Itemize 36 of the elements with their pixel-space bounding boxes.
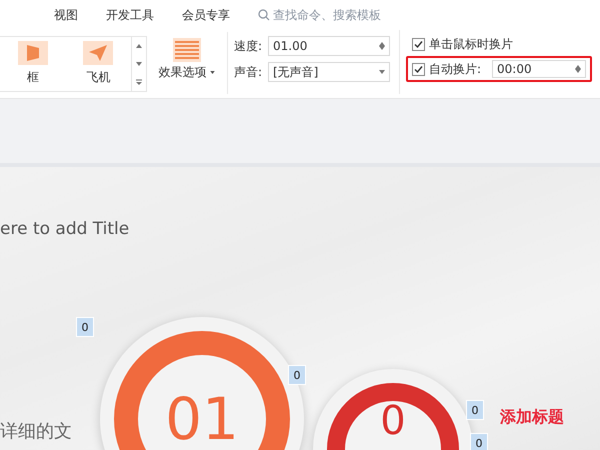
- number-tag: 0: [288, 365, 306, 385]
- effect-options-button[interactable]: 效果选项: [158, 64, 216, 81]
- paper-plane-icon: [83, 41, 114, 65]
- checkbox[interactable]: [412, 62, 425, 76]
- spin-down-icon: [379, 46, 385, 50]
- menu-tab[interactable]: 视图: [54, 6, 78, 24]
- effect-options-icon: [173, 38, 201, 62]
- menu-tab[interactable]: 会员专享: [182, 6, 230, 24]
- checkbox-label: 自动换片:: [429, 60, 482, 78]
- number-tag: 0: [76, 317, 94, 337]
- checkbox[interactable]: [412, 38, 425, 51]
- caret-icon: [379, 70, 385, 74]
- caret-icon: [210, 71, 216, 74]
- menu-tab[interactable]: 开发工具: [106, 6, 154, 24]
- speed-label: 速度:: [234, 38, 264, 54]
- checkbox-label: 单击鼠标时换片: [429, 36, 513, 53]
- number-circle: 0: [313, 369, 473, 450]
- body-text: 详细的文: [0, 420, 72, 443]
- spin-down-icon: [575, 69, 581, 73]
- gallery-item[interactable]: 框: [0, 37, 66, 91]
- expand-icon: [136, 79, 142, 85]
- gallery-item[interactable]: 飞机: [66, 37, 132, 91]
- sound-dropdown[interactable]: [无声音]: [268, 62, 390, 82]
- search-icon: [258, 9, 270, 21]
- speed-field[interactable]: 01.00: [268, 36, 390, 56]
- slide-heading: 添加标题: [500, 407, 564, 428]
- number-tag: 0: [466, 400, 484, 420]
- time-field[interactable]: 00:00: [492, 60, 586, 78]
- sound-label: 声音:: [234, 64, 264, 80]
- slide-title: ere to add Title: [0, 219, 130, 239]
- spin-up-icon: [575, 65, 581, 69]
- number-tag: 0: [470, 433, 488, 450]
- trapezoid-icon: [18, 41, 48, 65]
- down-arrow-icon: [136, 62, 142, 66]
- up-arrow-icon: [136, 44, 142, 48]
- spin-up-icon: [379, 42, 385, 46]
